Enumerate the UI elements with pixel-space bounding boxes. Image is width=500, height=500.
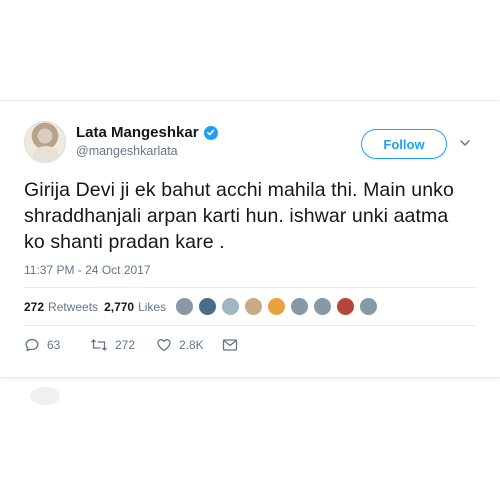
tweet-timestamp[interactable]: 11:37 PM - 24 Oct 2017 [24,263,151,277]
tweet-card: Lata Mangeshkar @mangeshkarlata Follow G… [0,100,500,378]
liker-avatar[interactable] [313,297,332,316]
like-count: 2.8K [179,338,204,352]
retweets-stat[interactable]: 272 Retweets [24,300,98,314]
name-row: Lata Mangeshkar [76,124,218,141]
likes-stat[interactable]: 2,770 Likes [104,300,166,314]
like-button[interactable]: 2.8K [156,337,222,353]
tweet-text: Girija Devi ji ek bahut acchi mahila thi… [24,179,454,253]
verified-badge-icon [203,125,218,140]
reply-count: 63 [47,338,61,352]
avatar[interactable] [24,121,66,163]
tweet-actions: 63 272 2.8K [24,336,238,354]
heart-icon [157,339,171,352]
chevron-down-icon[interactable] [458,136,472,150]
follow-button[interactable]: Follow [361,129,447,159]
liker-avatars [175,297,378,317]
liker-avatar[interactable] [336,297,355,316]
divider [24,287,476,288]
retweets-count: 272 [24,300,45,314]
retweets-label: Retweets [48,300,99,314]
direct-message-button[interactable] [222,338,238,352]
likes-count: 2,770 [104,300,135,314]
mail-icon [222,339,238,351]
user-handle[interactable]: @mangeshkarlata [76,144,178,158]
engagement-stats: 272 Retweets 2,770 Likes [24,297,172,317]
liker-avatar[interactable] [198,297,217,316]
liker-avatar[interactable] [290,297,309,316]
reply-icon [25,338,39,352]
retweet-icon [91,339,107,351]
divider [24,325,476,326]
next-tweet-avatar [30,387,60,405]
retweet-button[interactable]: 272 [90,337,156,353]
display-name[interactable]: Lata Mangeshkar [76,124,199,141]
liker-avatar[interactable] [221,297,240,316]
reply-button[interactable]: 63 [24,337,90,353]
liker-avatar[interactable] [267,297,286,316]
liker-avatar[interactable] [244,297,263,316]
retweet-count: 272 [115,338,136,352]
tweet-header: Lata Mangeshkar @mangeshkarlata Follow [24,121,484,165]
liker-avatar[interactable] [359,297,378,316]
likes-label: Likes [138,300,167,314]
liker-avatar[interactable] [175,297,194,316]
